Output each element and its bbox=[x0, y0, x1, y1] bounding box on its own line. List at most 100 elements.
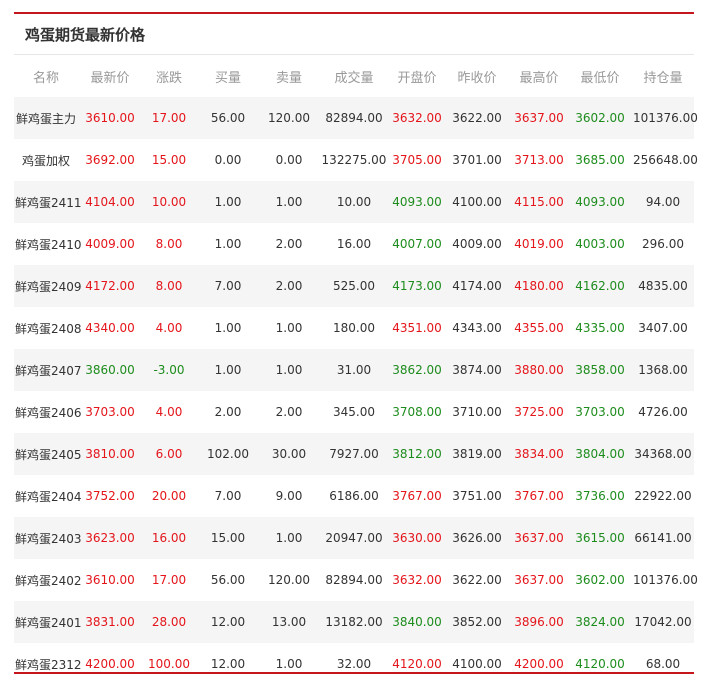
table-row[interactable]: 鲜鸡蛋2411 4104.00 10.00 1.00 1.00 10.00 4093.00 4… bbox=[14, 181, 694, 223]
value-cell: 82894.00 bbox=[318, 97, 390, 139]
value-cell: 4200.00 bbox=[85, 657, 135, 671]
value-cell: 17042.00 bbox=[632, 601, 694, 643]
contract-name-cell[interactable]: 鲜鸡蛋2402 bbox=[14, 559, 82, 601]
col-header-name: 名称 bbox=[32, 70, 59, 86]
table-row[interactable]: 鲜鸡蛋2404 3752.00 20.00 7.00 9.00 6186.00 3767.0… bbox=[14, 475, 694, 517]
value-cell: 3630.00 bbox=[390, 517, 444, 559]
value-cell: 3602.00 bbox=[575, 573, 625, 587]
table-row[interactable]: 鲜鸡蛋2406 3703.00 4.00 2.00 2.00 345.00 3708.00 3… bbox=[14, 391, 694, 433]
value-cell: 3626.00 bbox=[444, 517, 510, 559]
contract-name-cell[interactable]: 鲜鸡蛋2404 bbox=[14, 475, 82, 517]
value-cell: 4100.00 bbox=[452, 657, 502, 671]
table-row[interactable]: 鲜鸡蛋2410 4009.00 8.00 1.00 2.00 16.00 4007.00 40… bbox=[14, 223, 694, 265]
value-cell: 3840.00 bbox=[390, 601, 444, 643]
value-cell: 120.00 bbox=[260, 97, 318, 139]
value-cell: 102.00 bbox=[196, 433, 260, 475]
value-cell: 3632.00 bbox=[392, 573, 442, 587]
table-row[interactable]: 鲜鸡蛋2403 3623.00 16.00 15.00 1.00 20947.00 3630… bbox=[14, 517, 694, 559]
value-cell: 82894.00 bbox=[325, 573, 383, 587]
contract-name-cell[interactable]: 鲜鸡蛋2312 bbox=[14, 643, 82, 685]
value-cell: 1.00 bbox=[214, 321, 242, 335]
value-cell: 1.00 bbox=[275, 321, 303, 335]
value-cell: 15.00 bbox=[151, 153, 187, 167]
value-cell: 3880.00 bbox=[510, 349, 568, 391]
value-cell: 3632.00 bbox=[390, 97, 444, 139]
col-header-volume: 成交量 bbox=[334, 70, 374, 86]
value-cell: 12.00 bbox=[210, 657, 246, 671]
contract-name-cell[interactable]: 鲜鸡蛋2407 bbox=[14, 349, 82, 391]
value-cell: 4355.00 bbox=[514, 321, 564, 335]
value-cell: 3725.00 bbox=[514, 405, 564, 419]
value-cell: 8.00 bbox=[142, 265, 196, 307]
value-cell: 3819.00 bbox=[444, 433, 510, 475]
contract-name-cell[interactable]: 鲜鸡蛋2405 bbox=[14, 433, 82, 475]
contract-name-cell[interactable]: 鲜鸡蛋2408 bbox=[14, 307, 82, 349]
price-table: 名称 最新价 涨跌 买量 卖量 成交量 开盘价 昨收价 最高价 最低价 持仓量 … bbox=[14, 55, 698, 685]
value-cell: 3804.00 bbox=[568, 433, 632, 475]
contract-name-cell[interactable]: 鲜鸡蛋主力 bbox=[14, 97, 78, 139]
value-cell: 4007.00 bbox=[392, 237, 442, 251]
value-cell: 4173.00 bbox=[390, 265, 444, 307]
value-cell: 3896.00 bbox=[510, 601, 568, 643]
table-row[interactable]: 鲜鸡蛋2408 4340.00 4.00 1.00 1.00 180.00 4351.00 4… bbox=[14, 307, 694, 349]
table-header: 名称 最新价 涨跌 买量 卖量 成交量 开盘价 昨收价 最高价 最低价 持仓量 bbox=[14, 55, 694, 97]
value-cell: 3602.00 bbox=[568, 97, 632, 139]
value-cell: 1.00 bbox=[196, 349, 260, 391]
value-cell: 4200.00 bbox=[514, 657, 564, 671]
value-cell: 132275.00 bbox=[321, 153, 387, 167]
value-cell: 68.00 bbox=[645, 657, 681, 671]
col-header-open-interest: 持仓量 bbox=[643, 70, 683, 86]
value-cell: 4726.00 bbox=[638, 405, 688, 419]
table-row[interactable]: 鲜鸡蛋2312 4200.00 100.00 12.00 1.00 32.00 4120.0… bbox=[14, 643, 694, 685]
contract-name-cell[interactable]: 鲜鸡蛋2401 bbox=[14, 601, 82, 643]
contract-name-cell[interactable]: 鲜鸡蛋2411 bbox=[14, 181, 82, 223]
value-cell: 2.00 bbox=[260, 265, 318, 307]
table-row[interactable]: 鲜鸡蛋2402 3610.00 17.00 56.00 120.00 82894.00 36… bbox=[14, 559, 698, 601]
table-row[interactable]: 鸡蛋加权 3692.00 15.00 0.00 0.00 132275.00 3705.00… bbox=[14, 139, 698, 181]
value-cell: 3703.00 bbox=[85, 405, 135, 419]
value-cell: 2.00 bbox=[214, 405, 242, 419]
table-row[interactable]: 鲜鸡蛋2401 3831.00 28.00 12.00 13.00 13182.00 384… bbox=[14, 601, 694, 643]
value-cell: 30.00 bbox=[260, 433, 318, 475]
table-row[interactable]: 鲜鸡蛋主力 3610.00 17.00 56.00 120.00 82894.00 3632… bbox=[14, 97, 698, 139]
value-cell: 0.00 bbox=[275, 153, 303, 167]
value-cell: 8.00 bbox=[155, 237, 183, 251]
value-cell: 4009.00 bbox=[452, 237, 502, 251]
value-cell: 4343.00 bbox=[452, 321, 502, 335]
col-header-high: 最高价 bbox=[519, 70, 559, 86]
value-cell: 20.00 bbox=[151, 489, 187, 503]
value-cell: 3637.00 bbox=[510, 517, 568, 559]
value-cell: 1.00 bbox=[260, 181, 318, 223]
value-cell: 4835.00 bbox=[632, 265, 694, 307]
value-cell: 56.00 bbox=[196, 97, 260, 139]
value-cell: 10.00 bbox=[318, 181, 390, 223]
contract-name-cell[interactable]: 鲜鸡蛋2409 bbox=[14, 265, 82, 307]
value-cell: 13182.00 bbox=[318, 601, 390, 643]
value-cell: 1.00 bbox=[260, 349, 318, 391]
value-cell: 4093.00 bbox=[390, 181, 444, 223]
table-row[interactable]: 鲜鸡蛋2405 3810.00 6.00 102.00 30.00 7927.00 3812… bbox=[14, 433, 694, 475]
value-cell: 10.00 bbox=[142, 181, 196, 223]
value-cell: 100.00 bbox=[148, 657, 190, 671]
value-cell: 7.00 bbox=[214, 489, 242, 503]
value-cell: 22922.00 bbox=[634, 489, 692, 503]
value-cell: 1.00 bbox=[260, 517, 318, 559]
value-cell: 4100.00 bbox=[444, 181, 510, 223]
table-row[interactable]: 鲜鸡蛋2407 3860.00 -3.00 1.00 1.00 31.00 3862.00 3… bbox=[14, 349, 694, 391]
contract-name-cell[interactable]: 鲜鸡蛋2410 bbox=[14, 223, 82, 265]
value-cell: 17.00 bbox=[142, 97, 196, 139]
value-cell: 4335.00 bbox=[575, 321, 625, 335]
table-row[interactable]: 鲜鸡蛋2409 4172.00 8.00 7.00 2.00 525.00 4173.00 4… bbox=[14, 265, 694, 307]
value-cell: 1.00 bbox=[196, 181, 260, 223]
value-cell: 3610.00 bbox=[85, 573, 135, 587]
contract-name-cell[interactable]: 鲜鸡蛋2403 bbox=[14, 517, 82, 559]
contract-name-cell[interactable]: 鸡蛋加权 bbox=[14, 139, 78, 181]
value-cell: 3812.00 bbox=[390, 433, 444, 475]
value-cell: 120.00 bbox=[268, 573, 310, 587]
contract-name-cell[interactable]: 鲜鸡蛋2406 bbox=[14, 391, 82, 433]
value-cell: 3692.00 bbox=[85, 153, 135, 167]
value-cell: 4104.00 bbox=[78, 181, 142, 223]
value-cell: 525.00 bbox=[318, 265, 390, 307]
bottom-divider bbox=[14, 672, 694, 674]
value-cell: 4115.00 bbox=[510, 181, 568, 223]
